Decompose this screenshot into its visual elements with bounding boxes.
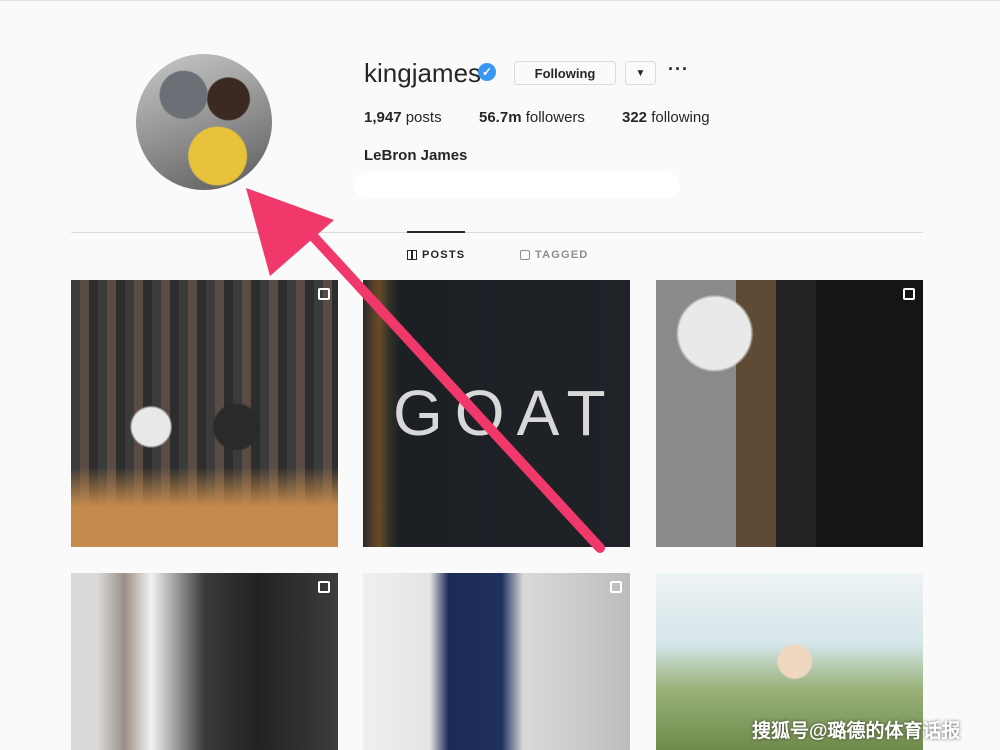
profile-full-name: LeBron James (364, 147, 468, 164)
multiple-images-icon (318, 581, 330, 593)
followers-count: 56.7m (479, 109, 522, 126)
multiple-images-icon (318, 288, 330, 300)
followers-label: followers (525, 109, 585, 126)
tabs-divider (71, 232, 923, 233)
profile-avatar[interactable] (136, 54, 272, 190)
post-thumbnail[interactable] (71, 573, 338, 750)
multiple-images-icon (610, 581, 622, 593)
followers-stat[interactable]: 56.7m followers (479, 109, 585, 126)
profile-username: kingjames (364, 58, 482, 88)
bio-redaction (354, 172, 680, 198)
posts-label: posts (405, 109, 442, 126)
tab-posts[interactable]: POSTS (407, 249, 465, 261)
post-thumbnail[interactable] (656, 280, 923, 547)
post-thumbnail[interactable]: GOAT (363, 280, 630, 547)
post-thumbnail[interactable] (363, 573, 630, 750)
grid-icon (407, 250, 417, 260)
watermark-text: 搜狐号@璐德的体育话报 (752, 721, 961, 742)
chevron-down-icon: ▼ (635, 67, 646, 79)
top-divider (0, 0, 1000, 1)
suggestions-dropdown-button[interactable]: ▼ (625, 61, 656, 85)
following-label: following (651, 109, 710, 126)
posts-count-stat: 1,947 posts (364, 109, 442, 126)
verified-badge-icon: ✓ (478, 63, 496, 81)
multiple-images-icon (903, 288, 915, 300)
posts-count: 1,947 (364, 109, 402, 126)
tab-posts-label: POSTS (422, 249, 466, 261)
tab-tagged[interactable]: TAGGED (520, 249, 588, 261)
tab-tagged-label: TAGGED (535, 249, 589, 261)
post-thumbnail[interactable] (71, 280, 338, 547)
following-stat[interactable]: 322 following (622, 109, 710, 126)
following-button[interactable]: Following (514, 61, 616, 85)
goat-text: GOAT (393, 377, 618, 449)
tab-active-indicator (407, 231, 465, 233)
tag-icon (520, 250, 530, 260)
following-count: 322 (622, 109, 648, 126)
more-options-icon[interactable]: ··· (668, 60, 688, 82)
